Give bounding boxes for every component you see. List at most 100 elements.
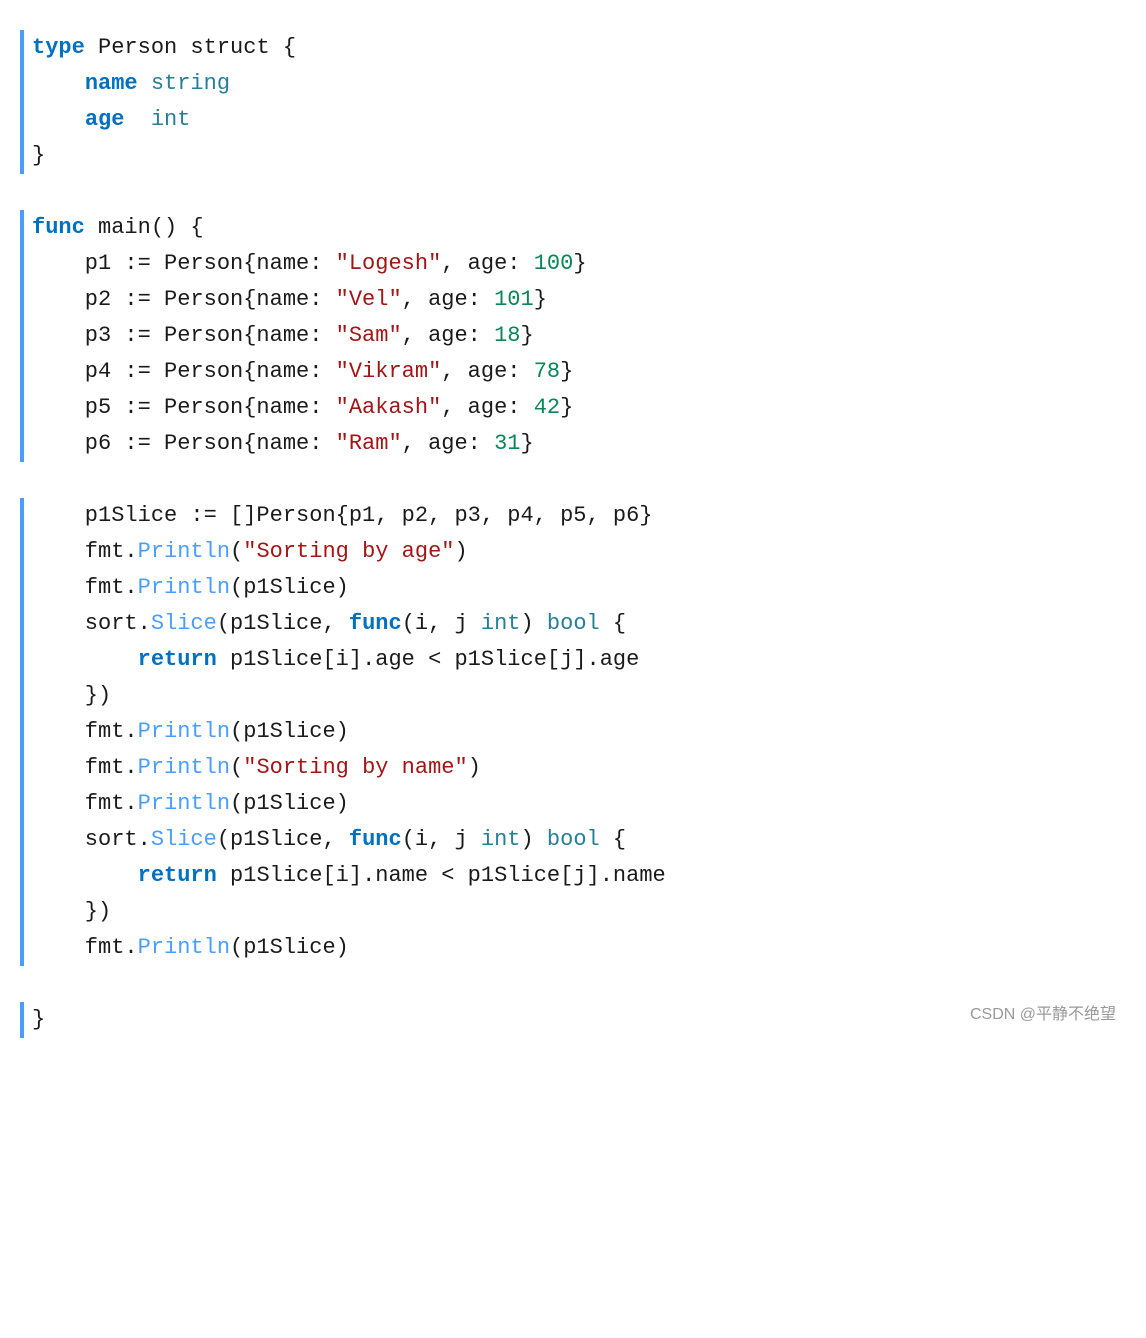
- code-text: name string: [32, 71, 230, 96]
- line-content: p2 := Person{name: "Vel", age: 101}: [32, 282, 1126, 317]
- line-bar: [20, 498, 24, 534]
- line-bar: [20, 102, 24, 138]
- empty-line: [20, 966, 1126, 1002]
- line-content: return p1Slice[i].age < p1Slice[j].age: [32, 642, 1126, 677]
- code-text: fmt.Println(p1Slice): [32, 575, 349, 600]
- code-line-6: p1 := Person{name: "Logesh", age: 100}: [20, 246, 1126, 282]
- code-text: p1Slice := []Person{p1, p2, p3, p4, p5, …: [32, 503, 653, 528]
- line-bar: [20, 714, 24, 750]
- line-bar: [20, 210, 24, 246]
- code-line-8: p3 := Person{name: "Sam", age: 18}: [20, 318, 1126, 354]
- code-text: fmt.Println(p1Slice): [32, 791, 349, 816]
- code-line-21: sort.Slice(p1Slice, func(i, j int) bool …: [20, 822, 1126, 858]
- code-text: fmt.Println(p1Slice): [32, 719, 349, 744]
- code-container: type Person struct { name string age int…: [0, 20, 1146, 1048]
- code-line-12: p1Slice := []Person{p1, p2, p3, p4, p5, …: [20, 498, 1126, 534]
- empty-line: [20, 174, 1126, 210]
- line-bar: [20, 426, 24, 462]
- line-bar: [20, 606, 24, 642]
- line-content: }): [32, 678, 1126, 713]
- line-content: type Person struct {: [32, 30, 1126, 65]
- line-content: func main() {: [32, 210, 1126, 245]
- empty-line: [20, 462, 1126, 498]
- code-text: }: [32, 143, 45, 168]
- code-text: main() {: [85, 215, 204, 240]
- line-bar: [20, 282, 24, 318]
- code-text: fmt.Println(p1Slice): [32, 935, 349, 960]
- line-bar: [20, 246, 24, 282]
- line-bar: [20, 138, 24, 174]
- code-line-1: type Person struct {: [20, 30, 1126, 66]
- code-text: sort.Slice(p1Slice, func(i, j int) bool …: [32, 611, 626, 636]
- line-content: age int: [32, 102, 1126, 137]
- line-bar: [20, 30, 24, 66]
- line-bar: [20, 894, 24, 930]
- code-line-5: func main() {: [20, 210, 1126, 246]
- line-content: p1 := Person{name: "Logesh", age: 100}: [32, 246, 1126, 281]
- line-bar: [20, 822, 24, 858]
- code-line-23: }): [20, 894, 1126, 930]
- code-text: }: [32, 1007, 45, 1032]
- code-line-19: fmt.Println("Sorting by name"): [20, 750, 1126, 786]
- code-text: age int: [32, 107, 190, 132]
- line-bar: [20, 678, 24, 714]
- code-text: Person struct {: [85, 35, 296, 60]
- line-content: p4 := Person{name: "Vikram", age: 78}: [32, 354, 1126, 389]
- code-line-14: fmt.Println(p1Slice): [20, 570, 1126, 606]
- code-line-3: age int: [20, 102, 1126, 138]
- line-content: fmt.Println(p1Slice): [32, 714, 1126, 749]
- code-text: p2 := Person{name: "Vel", age: 101}: [32, 287, 547, 312]
- code-line-25: }: [20, 1002, 1126, 1038]
- code-text: p5 := Person{name: "Aakash", age: 42}: [32, 395, 573, 420]
- code-line-24: fmt.Println(p1Slice): [20, 930, 1126, 966]
- line-bar: [20, 354, 24, 390]
- line-bar: [20, 750, 24, 786]
- code-line-10: p5 := Person{name: "Aakash", age: 42}: [20, 390, 1126, 426]
- code-line-22: return p1Slice[i].name < p1Slice[j].name: [20, 858, 1126, 894]
- line-content: fmt.Println(p1Slice): [32, 786, 1126, 821]
- line-content: p6 := Person{name: "Ram", age: 31}: [32, 426, 1126, 461]
- line-content: fmt.Println("Sorting by age"): [32, 534, 1126, 569]
- line-bar: [20, 858, 24, 894]
- code-line-2: name string: [20, 66, 1126, 102]
- line-content: }): [32, 894, 1126, 929]
- line-content: fmt.Println(p1Slice): [32, 930, 1126, 965]
- code-line-20: fmt.Println(p1Slice): [20, 786, 1126, 822]
- code-line-16: return p1Slice[i].age < p1Slice[j].age: [20, 642, 1126, 678]
- code-text: }): [32, 899, 111, 924]
- line-bar: [20, 66, 24, 102]
- code-line-11: p6 := Person{name: "Ram", age: 31}: [20, 426, 1126, 462]
- code-text: p1 := Person{name: "Logesh", age: 100}: [32, 251, 587, 276]
- line-bar: [20, 786, 24, 822]
- line-content: name string: [32, 66, 1126, 101]
- code-line-9: p4 := Person{name: "Vikram", age: 78}: [20, 354, 1126, 390]
- line-bar: [20, 642, 24, 678]
- code-text: sort.Slice(p1Slice, func(i, j int) bool …: [32, 827, 626, 852]
- line-bar: [20, 390, 24, 426]
- line-content: sort.Slice(p1Slice, func(i, j int) bool …: [32, 606, 1126, 641]
- keyword-type: type: [32, 35, 85, 60]
- line-content: sort.Slice(p1Slice, func(i, j int) bool …: [32, 822, 1126, 857]
- code-line-15: sort.Slice(p1Slice, func(i, j int) bool …: [20, 606, 1126, 642]
- code-line-13: fmt.Println("Sorting by age"): [20, 534, 1126, 570]
- code-text: p6 := Person{name: "Ram", age: 31}: [32, 431, 534, 456]
- code-text: return p1Slice[i].name < p1Slice[j].name: [32, 863, 666, 888]
- code-line-7: p2 := Person{name: "Vel", age: 101}: [20, 282, 1126, 318]
- line-bar: [20, 534, 24, 570]
- code-text: fmt.Println("Sorting by age"): [32, 539, 468, 564]
- line-content: return p1Slice[i].name < p1Slice[j].name: [32, 858, 1126, 893]
- line-bar: [20, 930, 24, 966]
- line-content: p5 := Person{name: "Aakash", age: 42}: [32, 390, 1126, 425]
- code-line-18: fmt.Println(p1Slice): [20, 714, 1126, 750]
- code-text: p3 := Person{name: "Sam", age: 18}: [32, 323, 534, 348]
- line-bar: [20, 570, 24, 606]
- line-content: fmt.Println(p1Slice): [32, 570, 1126, 605]
- line-bar: [20, 1002, 24, 1038]
- watermark: CSDN @平静不绝望: [970, 1002, 1116, 1028]
- line-content: }: [32, 1002, 1126, 1037]
- code-text: }): [32, 683, 111, 708]
- code-text: fmt.Println("Sorting by name"): [32, 755, 481, 780]
- line-content: p3 := Person{name: "Sam", age: 18}: [32, 318, 1126, 353]
- line-bar: [20, 318, 24, 354]
- code-line-4: }: [20, 138, 1126, 174]
